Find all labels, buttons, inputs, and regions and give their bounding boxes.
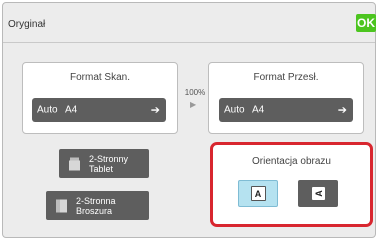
header-divider [3, 42, 375, 43]
duplex-booklet-button[interactable]: 2-Stronna Broszura [46, 191, 149, 220]
booklet-document-icon [56, 199, 67, 212]
image-orientation-group: Orientacja obrazu A A [210, 142, 373, 227]
tablet-document-icon [69, 157, 80, 170]
orientation-rotated-button[interactable]: A [298, 180, 338, 207]
orientation-upright-button[interactable]: A [238, 180, 278, 207]
scan-size-label: Format Skan. [69, 72, 131, 83]
send-size-button[interactable]: Auto A4 ➔ [219, 98, 353, 122]
send-size-label: Format Przesł. [253, 72, 319, 83]
page-title: Oryginał [8, 19, 46, 30]
ratio-arrow-icon: ▶ [190, 100, 197, 109]
screen: Oryginał OK Format Skan. Auto A4 ➔ 100% … [0, 0, 379, 241]
image-orientation-label: Orientacja obrazu [252, 156, 331, 167]
duplex-tablet-button[interactable]: 2-Stronny Tablet [59, 149, 149, 178]
ok-button[interactable]: OK [356, 14, 376, 32]
upright-orientation-icon: A [250, 186, 266, 201]
send-size-paper: A4 [252, 104, 265, 116]
scan-size-mode: Auto [37, 104, 58, 116]
arrow-right-icon: ➔ [337, 104, 347, 117]
duplex-tablet-label: 2-Stronny Tablet [89, 154, 128, 174]
send-size-mode: Auto [224, 104, 245, 116]
duplex-tablet-line2: Tablet [89, 163, 114, 174]
duplex-booklet-label: 2-Stronna Broszura [76, 196, 116, 216]
ratio-value: 100% [184, 88, 206, 97]
duplex-tablet-line1: 2-Stronny [89, 153, 129, 164]
scan-size-paper: A4 [65, 104, 78, 116]
scan-size-group: Format Skan. Auto A4 ➔ [22, 62, 178, 134]
rotated-orientation-icon: A [311, 187, 325, 200]
duplex-booklet-line2: Broszura [76, 205, 113, 216]
arrow-right-icon: ➔ [150, 104, 160, 117]
send-size-group: Format Przesł. Auto A4 ➔ [208, 62, 364, 134]
duplex-booklet-line1: 2-Stronna [76, 195, 116, 206]
scan-size-button[interactable]: Auto A4 ➔ [32, 98, 166, 122]
